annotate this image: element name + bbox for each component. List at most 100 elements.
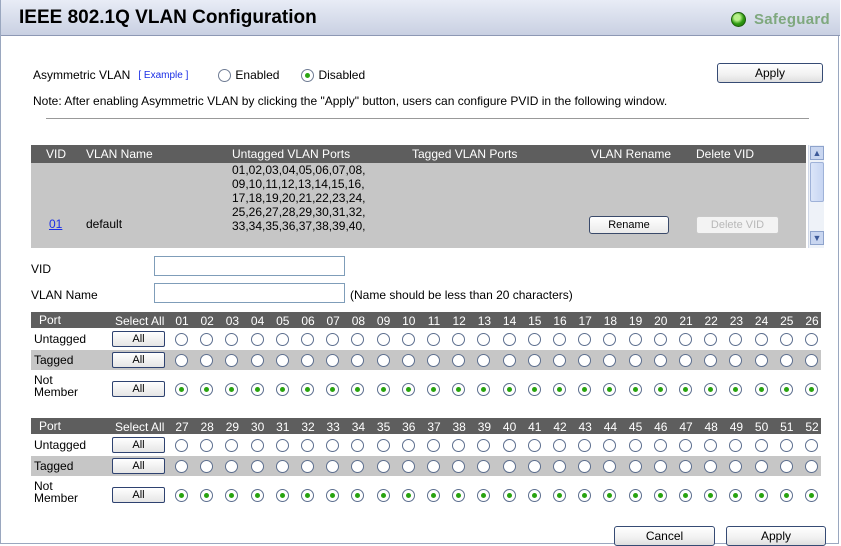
port-radio[interactable] (502, 353, 516, 367)
port-radio[interactable] (805, 332, 818, 346)
port-radio[interactable] (653, 488, 667, 502)
port-radio[interactable] (376, 488, 390, 502)
disabled-radio[interactable] (301, 68, 315, 82)
port-radio[interactable] (301, 353, 314, 367)
scroll-up-icon[interactable]: ▲ (810, 146, 824, 160)
cancel-button[interactable]: Cancel (614, 526, 715, 546)
port-radio[interactable] (805, 488, 818, 502)
port-radio[interactable] (779, 353, 793, 367)
port-radio[interactable] (603, 459, 617, 473)
port-radio[interactable] (553, 438, 566, 452)
select-all-tagged-button[interactable]: All (112, 458, 165, 474)
port-radio[interactable] (351, 332, 365, 346)
port-radio[interactable] (225, 488, 239, 502)
port-radio[interactable] (175, 488, 188, 502)
port-radio[interactable] (452, 353, 466, 367)
port-radio[interactable] (376, 353, 390, 367)
vlan-name-input[interactable] (154, 283, 345, 303)
port-radio[interactable] (301, 332, 314, 346)
port-radio[interactable] (653, 353, 667, 367)
port-radio[interactable] (679, 382, 692, 396)
port-radio[interactable] (805, 353, 818, 367)
select-all-tagged-button[interactable]: All (112, 352, 165, 368)
port-radio[interactable] (376, 332, 390, 346)
port-radio[interactable] (351, 353, 365, 367)
port-radio[interactable] (200, 332, 214, 346)
port-radio[interactable] (754, 353, 768, 367)
port-radio[interactable] (175, 353, 188, 367)
port-radio[interactable] (603, 353, 617, 367)
port-radio[interactable] (603, 332, 617, 346)
port-radio[interactable] (679, 438, 692, 452)
vid-input[interactable] (154, 256, 345, 276)
port-radio[interactable] (553, 332, 566, 346)
port-radio[interactable] (275, 438, 289, 452)
port-radio[interactable] (452, 332, 466, 346)
port-radio[interactable] (779, 438, 793, 452)
port-radio[interactable] (679, 332, 692, 346)
port-radio[interactable] (729, 459, 743, 473)
port-radio[interactable] (729, 382, 743, 396)
port-radio[interactable] (653, 332, 667, 346)
select-all-untagged-button[interactable]: All (112, 437, 165, 453)
port-radio[interactable] (427, 438, 440, 452)
port-radio[interactable] (754, 438, 768, 452)
port-radio[interactable] (452, 382, 466, 396)
select-all-untagged-button[interactable]: All (112, 331, 165, 347)
port-radio[interactable] (553, 488, 566, 502)
port-radio[interactable] (250, 382, 264, 396)
port-radio[interactable] (477, 382, 491, 396)
port-radio[interactable] (376, 438, 390, 452)
port-radio[interactable] (704, 488, 718, 502)
port-radio[interactable] (527, 459, 541, 473)
port-radio[interactable] (704, 332, 718, 346)
disabled-radio-option[interactable]: Disabled (301, 68, 365, 82)
port-radio[interactable] (301, 459, 314, 473)
vlan-table-scrollbar[interactable]: ▲ ▼ (808, 145, 824, 248)
port-radio[interactable] (427, 459, 440, 473)
port-radio[interactable] (427, 382, 440, 396)
select-all-not-member-button[interactable]: All (112, 381, 165, 397)
port-radio[interactable] (225, 353, 239, 367)
port-radio[interactable] (578, 488, 592, 502)
port-radio[interactable] (326, 459, 340, 473)
port-radio[interactable] (175, 332, 188, 346)
port-radio[interactable] (275, 332, 289, 346)
port-radio[interactable] (200, 488, 214, 502)
asymmetric-apply-button[interactable]: Apply (717, 63, 823, 83)
port-radio[interactable] (704, 459, 718, 473)
port-radio[interactable] (250, 332, 264, 346)
port-radio[interactable] (779, 332, 793, 346)
port-radio[interactable] (401, 459, 415, 473)
select-all-not-member-button[interactable]: All (112, 487, 165, 503)
port-radio[interactable] (477, 459, 491, 473)
enabled-radio[interactable] (218, 68, 232, 82)
port-radio[interactable] (754, 488, 768, 502)
port-radio[interactable] (326, 438, 340, 452)
port-radio[interactable] (729, 353, 743, 367)
port-radio[interactable] (301, 438, 314, 452)
port-radio[interactable] (754, 382, 768, 396)
port-radio[interactable] (275, 459, 289, 473)
port-radio[interactable] (603, 488, 617, 502)
port-radio[interactable] (401, 488, 415, 502)
port-radio[interactable] (200, 459, 214, 473)
port-radio[interactable] (578, 382, 592, 396)
port-radio[interactable] (729, 438, 743, 452)
port-radio[interactable] (603, 382, 617, 396)
vlan-vid-link[interactable]: 01 (49, 217, 62, 231)
example-link[interactable]: [ Example ] (138, 70, 188, 81)
port-radio[interactable] (704, 438, 718, 452)
port-radio[interactable] (477, 353, 491, 367)
port-radio[interactable] (326, 353, 340, 367)
port-radio[interactable] (653, 438, 667, 452)
port-radio[interactable] (502, 332, 516, 346)
port-radio[interactable] (628, 353, 642, 367)
port-radio[interactable] (679, 459, 692, 473)
port-radio[interactable] (805, 382, 818, 396)
port-radio[interactable] (628, 382, 642, 396)
port-radio[interactable] (527, 332, 541, 346)
port-radio[interactable] (200, 382, 214, 396)
port-radio[interactable] (628, 488, 642, 502)
port-radio[interactable] (326, 488, 340, 502)
